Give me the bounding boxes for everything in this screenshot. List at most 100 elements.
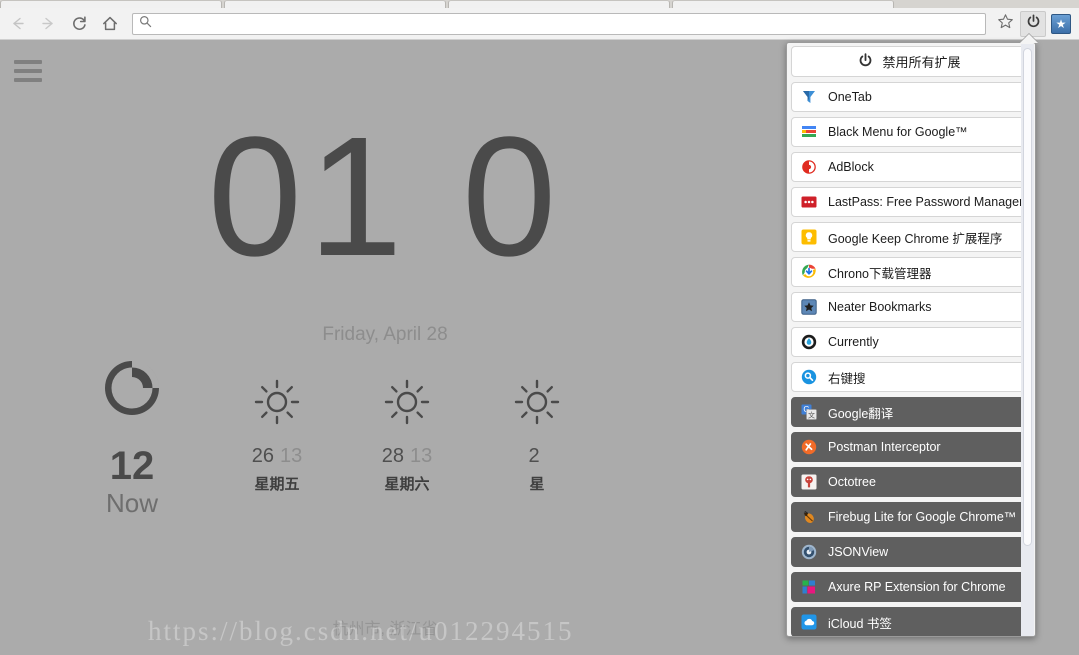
tab-item[interactable]	[224, 0, 446, 8]
extension-item[interactable]: OneTab	[791, 82, 1028, 112]
search-icon	[139, 15, 152, 33]
extension-label: JSONView	[828, 545, 889, 559]
disable-all-extensions-item[interactable]: 禁用所有扩展	[791, 46, 1028, 77]
onetab-icon	[801, 89, 817, 105]
reload-icon	[71, 15, 88, 32]
extension-item[interactable]: 右键搜	[791, 362, 1028, 392]
address-bar[interactable]	[132, 12, 986, 35]
extension-label: AdBlock	[828, 160, 874, 174]
extension-label: OneTab	[828, 90, 872, 104]
forecast-temps: 26 13	[212, 446, 342, 466]
star-outline-icon	[997, 13, 1014, 35]
extension-item[interactable]: G 文 Google翻译	[791, 397, 1028, 427]
currently-icon	[801, 334, 817, 350]
extension-label: Firebug Lite for Google Chrome™	[828, 510, 1017, 524]
address-bar-input[interactable]	[158, 15, 979, 32]
extension-label: Postman Interceptor	[828, 440, 941, 454]
svg-text:文: 文	[808, 410, 815, 419]
forward-button[interactable]	[34, 10, 62, 38]
extension-label: Google翻译	[828, 406, 894, 421]
forecast-day-name: 星期六	[384, 476, 430, 493]
hamburger-icon[interactable]	[14, 60, 42, 82]
forecast-day-name: 星	[529, 476, 545, 493]
forecast-temps: 28 13	[342, 446, 472, 466]
gtranslate-icon: G 文	[801, 404, 817, 420]
moon-icon	[52, 352, 212, 424]
sun-icon	[212, 376, 342, 428]
extension-item[interactable]: Axure RP Extension for Chrome	[791, 572, 1028, 602]
extension-list: 禁用所有扩展 OneTab Black Menu for Google™ AdB…	[787, 43, 1030, 636]
clock-hours: 01	[207, 102, 409, 292]
popup-scrollbar[interactable]	[1021, 44, 1034, 636]
forecast-day-name: 星期五	[254, 476, 300, 493]
postman-icon	[801, 439, 817, 455]
tab-item[interactable]	[448, 0, 670, 8]
disable-all-extensions-label: 禁用所有扩展	[882, 55, 961, 70]
extension-item[interactable]: Octotree	[791, 467, 1028, 497]
date-label: Friday, April 28	[322, 324, 448, 345]
bookmark-star-button[interactable]	[992, 11, 1018, 37]
extension-label: Octotree	[828, 475, 876, 489]
sun-icon	[342, 376, 472, 428]
extension-item[interactable]: JSONView	[791, 537, 1028, 567]
extension-item[interactable]: iCloud 书签	[791, 607, 1028, 636]
neater-bookmarks-toolbar-button[interactable]: ★	[1048, 11, 1074, 37]
extension-label: LastPass: Free Password Manager	[828, 195, 1024, 209]
axure-icon	[801, 579, 817, 595]
clock-display: 01:0	[0, 112, 770, 282]
extension-item[interactable]: Firebug Lite for Google Chrome™	[791, 502, 1028, 532]
firebug-icon	[801, 509, 817, 525]
power-icon	[858, 52, 873, 71]
extension-item[interactable]: Black Menu for Google™	[791, 117, 1028, 147]
forecast-temps: 2	[472, 446, 602, 466]
forecast-high: 28	[381, 445, 404, 467]
clock-minutes: 0	[461, 102, 563, 292]
forward-arrow-icon	[40, 15, 57, 32]
adblock-icon	[801, 159, 817, 175]
forecast-high: 26	[251, 445, 274, 467]
tab-item[interactable]	[0, 0, 222, 8]
extension-item[interactable]: Chrono下载管理器	[791, 257, 1028, 287]
extension-label: iCloud 书签	[828, 616, 892, 631]
jsonview-icon	[801, 544, 817, 560]
neater-icon	[801, 299, 817, 315]
tab-item[interactable]	[672, 0, 894, 8]
chrono-icon	[801, 264, 817, 280]
popup-scrollbar-thumb[interactable]	[1023, 48, 1032, 546]
extension-label: Currently	[828, 335, 879, 349]
forecast-high: 2	[528, 445, 540, 467]
weather-now: 12 Now	[52, 352, 212, 516]
blackmenu-icon	[801, 124, 817, 140]
forecast-low: 13	[410, 445, 433, 467]
popup-arrow	[1020, 34, 1038, 43]
extension-item[interactable]: Currently	[791, 327, 1028, 357]
home-button[interactable]	[96, 10, 124, 38]
home-icon	[101, 15, 119, 33]
youjiansou-icon	[801, 369, 817, 385]
reload-button[interactable]	[65, 10, 93, 38]
extension-label: Chrono下载管理器	[828, 266, 932, 281]
tab-strip	[0, 0, 1079, 8]
weather-now-label: Now	[105, 488, 158, 518]
extension-label: Axure RP Extension for Chrome	[828, 580, 1006, 594]
extension-label: Black Menu for Google™	[828, 125, 968, 139]
extension-item[interactable]: Google Keep Chrome 扩展程序	[791, 222, 1028, 252]
extension-label: Neater Bookmarks	[828, 300, 932, 314]
disable-extensions-toolbar-button[interactable]	[1020, 10, 1046, 37]
forecast-day: 2 星	[472, 352, 602, 494]
sun-icon	[472, 376, 602, 428]
extension-item[interactable]: Neater Bookmarks	[791, 292, 1028, 322]
extension-item[interactable]: LastPass: Free Password Manager	[791, 187, 1028, 217]
extension-item[interactable]: AdBlock	[791, 152, 1028, 182]
forecast-day: 26 13 星期五	[212, 352, 342, 494]
forecast-low: 13	[280, 445, 303, 467]
extension-item[interactable]: Postman Interceptor	[791, 432, 1028, 462]
browser-toolbar: ★	[0, 8, 1079, 40]
back-button[interactable]	[3, 10, 31, 38]
extension-label: 右键搜	[828, 371, 866, 386]
weather-widget: 12 Now 26 13 星期五 28 13 星期六 2 星	[0, 352, 800, 516]
back-arrow-icon	[9, 15, 26, 32]
extension-label: Google Keep Chrome 扩展程序	[828, 231, 1003, 246]
octotree-icon	[801, 474, 817, 490]
keep-icon	[801, 229, 817, 245]
